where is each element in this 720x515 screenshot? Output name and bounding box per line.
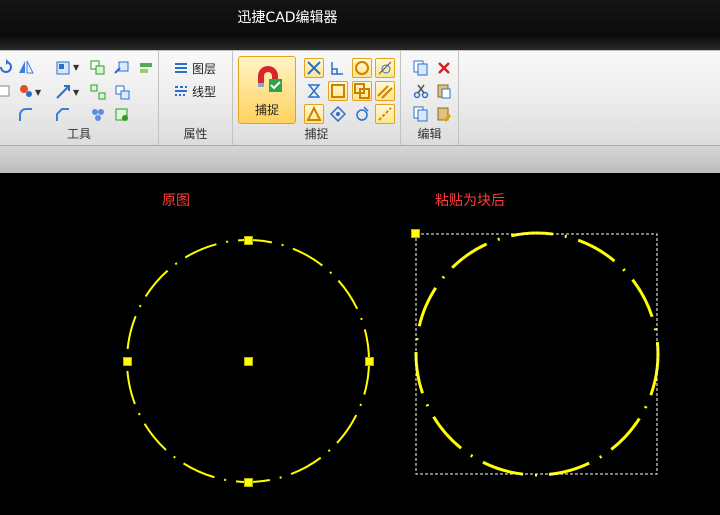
ribbon-toolbar: ▼ ▼ ▼ 工具 图层 线型 属性 捕捉 捕捉 编辑 xyxy=(0,50,720,146)
node-icon[interactable] xyxy=(330,106,346,122)
block-icon[interactable] xyxy=(55,60,71,76)
move-icon[interactable] xyxy=(114,60,130,76)
explode-icon[interactable] xyxy=(114,84,130,100)
parallel-icon xyxy=(377,85,393,99)
copy-clip-icon[interactable] xyxy=(413,60,429,76)
properties-group-label: 属性 xyxy=(183,127,208,141)
block-selection-box xyxy=(415,233,658,475)
layers-icon[interactable] xyxy=(173,60,189,76)
grip-block-insert[interactable] xyxy=(411,229,420,238)
triangle-icon xyxy=(306,106,322,121)
square-icon xyxy=(331,84,345,98)
paste-special-icon[interactable] xyxy=(436,106,452,122)
grip-top[interactable] xyxy=(244,236,253,245)
snap-group-label: 捕捉 xyxy=(304,127,329,141)
linetype-icon[interactable] xyxy=(173,83,189,99)
command-bar xyxy=(0,145,720,174)
fillet-icon[interactable] xyxy=(18,107,34,123)
snap-tangent-button[interactable] xyxy=(375,58,395,78)
grip-left[interactable] xyxy=(123,357,132,366)
nearest-icon[interactable] xyxy=(354,106,370,122)
grip-bottom[interactable] xyxy=(244,478,253,487)
mirror-icon[interactable] xyxy=(18,59,34,75)
copy-block-icon[interactable] xyxy=(413,106,429,122)
drawing-svg xyxy=(126,231,660,483)
snap-center-button[interactable] xyxy=(352,58,372,78)
paint-icon[interactable] xyxy=(18,83,34,99)
intersection-icon xyxy=(307,61,321,75)
grip-right[interactable] xyxy=(365,357,374,366)
ribbon-group-snap: 捕捉 捕捉 xyxy=(233,51,401,146)
copy-icon[interactable] xyxy=(90,60,106,76)
dropdown-arrow-icon[interactable]: ▼ xyxy=(35,88,41,97)
grip-center[interactable] xyxy=(244,357,253,366)
layers-button[interactable]: 图层 xyxy=(192,60,216,77)
snap-extension-button[interactable] xyxy=(375,104,395,124)
paste-icon[interactable] xyxy=(436,83,452,99)
circle-center-icon xyxy=(355,61,369,75)
snap-main-button[interactable]: 捕捉 xyxy=(238,56,296,124)
cut-icon[interactable] xyxy=(413,83,429,99)
scale-icon[interactable] xyxy=(55,84,71,100)
snap-intersection-button[interactable] xyxy=(304,58,324,78)
rectangle-tool-icon[interactable] xyxy=(0,83,14,99)
group-icon[interactable] xyxy=(90,107,106,123)
chamfer-icon[interactable] xyxy=(55,107,71,123)
block-edit-icon[interactable] xyxy=(114,107,130,123)
tools-group-label: 工具 xyxy=(66,127,91,141)
drawing-canvas[interactable]: 原图 粘贴为块后 xyxy=(0,173,720,515)
dropdown-arrow-icon[interactable]: ▼ xyxy=(73,63,79,72)
hourglass-icon[interactable] xyxy=(306,83,322,99)
rotate-icon[interactable] xyxy=(0,59,14,75)
extension-icon xyxy=(378,107,392,121)
window-title: 迅捷CAD编辑器 xyxy=(237,10,338,26)
ribbon-group-edit: 编辑 xyxy=(401,51,459,146)
delete-icon[interactable] xyxy=(436,60,452,76)
ribbon-group-properties: 图层 线型 属性 xyxy=(159,51,233,146)
array-icon[interactable] xyxy=(90,84,106,100)
tangent-icon xyxy=(378,61,392,75)
snap-midpoint-button[interactable] xyxy=(304,104,324,124)
snap-quadrant-button[interactable] xyxy=(328,81,348,101)
edit-group-label: 编辑 xyxy=(417,127,442,141)
ribbon-group-tools: ▼ ▼ ▼ 工具 xyxy=(0,51,159,146)
insertion-icon xyxy=(354,83,370,99)
title-bar: 迅捷CAD编辑器 xyxy=(0,0,720,50)
perpendicular-icon[interactable] xyxy=(329,60,345,76)
snap-insertion-button[interactable] xyxy=(352,81,372,101)
snap-parallel-button[interactable] xyxy=(375,81,395,101)
snap-button-label: 捕捉 xyxy=(254,103,279,117)
linetype-button[interactable]: 线型 xyxy=(192,83,216,100)
block-circle[interactable] xyxy=(414,231,660,477)
dropdown-arrow-icon[interactable]: ▼ xyxy=(73,88,79,97)
magnet-icon xyxy=(258,66,282,92)
layer-stack-icon[interactable] xyxy=(138,60,154,76)
